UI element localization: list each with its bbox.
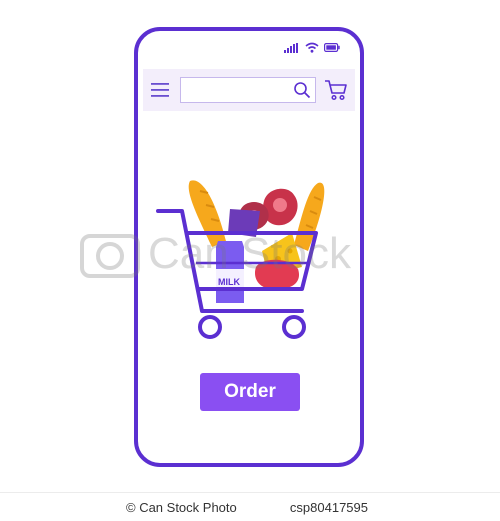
grocery-cart-illustration: MILK xyxy=(156,180,325,339)
stock-footer: © Can Stock Photo csp80417595 xyxy=(0,492,500,521)
app-bar xyxy=(143,69,355,111)
search-icon[interactable] xyxy=(293,81,311,99)
wifi-icon xyxy=(305,42,319,53)
search-box xyxy=(179,77,316,103)
cart-button[interactable] xyxy=(324,79,348,101)
phone-frame: MILK Order xyxy=(134,27,364,467)
order-button[interactable]: Order xyxy=(200,373,300,411)
camera-logo-icon xyxy=(80,234,140,278)
status-bar xyxy=(284,42,340,53)
footer-site: © Can Stock Photo xyxy=(126,500,237,515)
menu-button[interactable] xyxy=(150,79,170,101)
search-input[interactable] xyxy=(184,79,309,101)
battery-icon xyxy=(324,43,340,52)
milk-label: MILK xyxy=(218,277,240,287)
cart-icon xyxy=(325,80,347,101)
footer-code: csp80417595 xyxy=(289,500,368,515)
signal-icon xyxy=(284,42,298,53)
hamburger-icon xyxy=(150,83,169,97)
